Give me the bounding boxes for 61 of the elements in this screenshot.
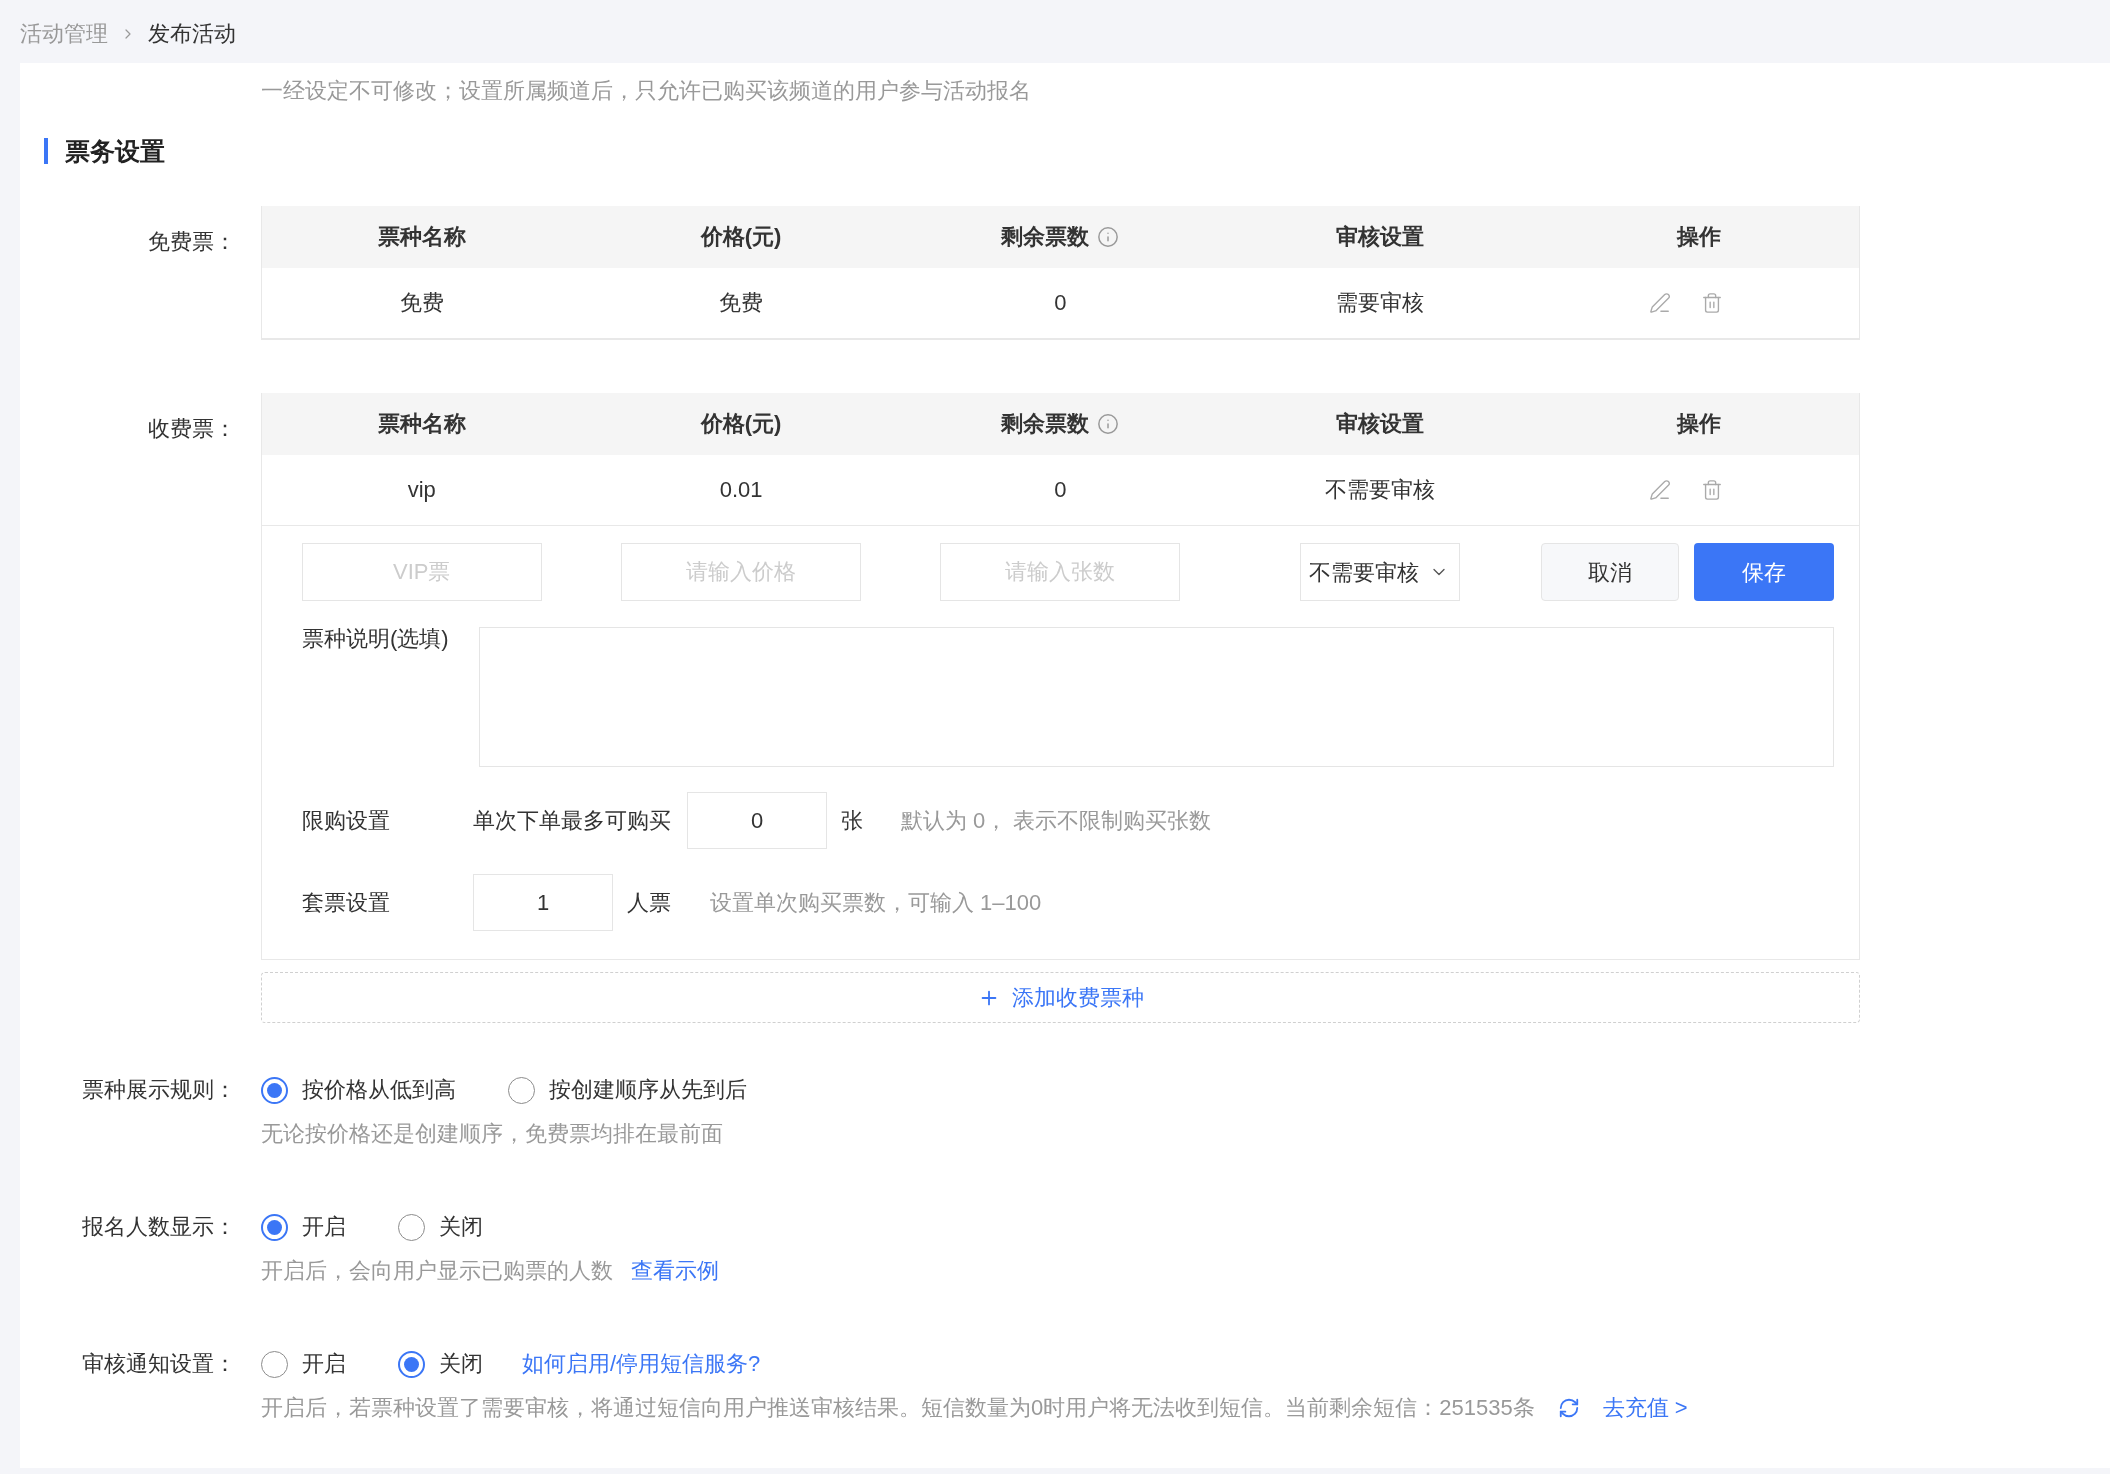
column-header: 价格(元) [700, 223, 782, 251]
radio-label[interactable]: 按创建顺序从先到后 [549, 1076, 747, 1104]
hint-text: 默认为 0， 表示不限制购买张数 [901, 806, 1212, 835]
pencil-icon[interactable] [1649, 479, 1672, 501]
help-link[interactable]: 如何启用/停用短信服务? [522, 1350, 761, 1378]
hint-text: 一经设定不可修改；设置所属频道后，只允许已购买该频道的用户参与活动报名 [261, 78, 1031, 103]
radio-button[interactable] [398, 1350, 425, 1378]
radio-button[interactable] [261, 1076, 288, 1104]
column-header: 剩余票数 [1001, 223, 1090, 251]
example-link[interactable]: 查看示例 [631, 1257, 719, 1285]
add-ticket-button[interactable]: 添加收费票种 [261, 972, 1860, 1023]
field-label: 限购设置 [302, 806, 391, 835]
field-label: 套票设置 [302, 888, 391, 917]
field-label: 票种说明(选填) [302, 625, 450, 653]
field-label: 审核通知设置： [82, 1351, 236, 1376]
refresh-icon[interactable] [1557, 1397, 1580, 1419]
table-cell: 0.01 [719, 476, 763, 504]
radio-label[interactable]: 关闭 [439, 1350, 483, 1378]
field-label: 报名人数显示： [82, 1214, 236, 1239]
column-header: 剩余票数 [1001, 410, 1090, 438]
table-cell: 0 [1054, 476, 1067, 504]
trash-icon[interactable] [1701, 292, 1724, 314]
radio-label[interactable]: 开启 [302, 1213, 346, 1241]
column-header: 价格(元) [700, 410, 782, 438]
field-label: 收费票： [148, 416, 236, 441]
recharge-link[interactable]: 去充值 > [1602, 1394, 1688, 1422]
column-header: 审核设置 [1335, 223, 1424, 251]
column-header: 票种名称 [377, 223, 466, 251]
hint-text: 无论按价格还是创建顺序，免费票均排在最前面 [261, 1120, 723, 1148]
hint-text: 开启后，若票种设置了需要审核，将通过短信向用户推送审核结果。短信数量为0时用户将无法收到短信。当前剩余短信：251535条 [261, 1394, 1535, 1422]
field-label: 单次下单最多可购买 [473, 806, 671, 835]
unit-text: 张 [841, 806, 863, 835]
column-header: 票种名称 [377, 410, 466, 438]
column-header: 操作 [1677, 223, 1722, 251]
table-cell: vip [407, 476, 436, 504]
trash-icon[interactable] [1701, 479, 1724, 501]
breadcrumb-item: 发布活动 [148, 19, 236, 48]
table-cell: 免费 [399, 289, 444, 317]
column-header: 审核设置 [1335, 410, 1424, 438]
input-field[interactable]: 0 [687, 792, 827, 849]
hint-text: 设置单次购买票数，可输入 1–100 [710, 888, 1042, 917]
review-select[interactable]: 不需要审核 [1299, 543, 1460, 601]
unit-text: 人票 [627, 888, 671, 917]
radio-label[interactable]: 按价格从低到高 [302, 1076, 456, 1104]
radio-button[interactable] [261, 1213, 288, 1241]
cancel-button[interactable]: 取消 [1541, 543, 1679, 601]
section-title: 票务设置 [44, 138, 165, 164]
hint-text: 开启后，会向用户显示已购票的人数 [261, 1257, 613, 1285]
radio-label[interactable]: 关闭 [439, 1213, 483, 1241]
table-cell: 0 [1054, 289, 1067, 317]
save-button[interactable]: 保存 [1694, 543, 1834, 601]
table-cell: 不需要审核 [1324, 476, 1435, 504]
field-label: 免费票： [148, 229, 236, 254]
field-label: 票种展示规则： [82, 1077, 236, 1102]
input-field[interactable]: 1 [473, 874, 613, 931]
description-field[interactable] [479, 627, 1834, 767]
pencil-icon[interactable] [1649, 292, 1672, 314]
radio-label[interactable]: 开启 [302, 1350, 346, 1378]
column-header: 操作 [1677, 410, 1722, 438]
table-cell: 需要审核 [1335, 289, 1424, 317]
table-cell: 免费 [719, 289, 764, 317]
